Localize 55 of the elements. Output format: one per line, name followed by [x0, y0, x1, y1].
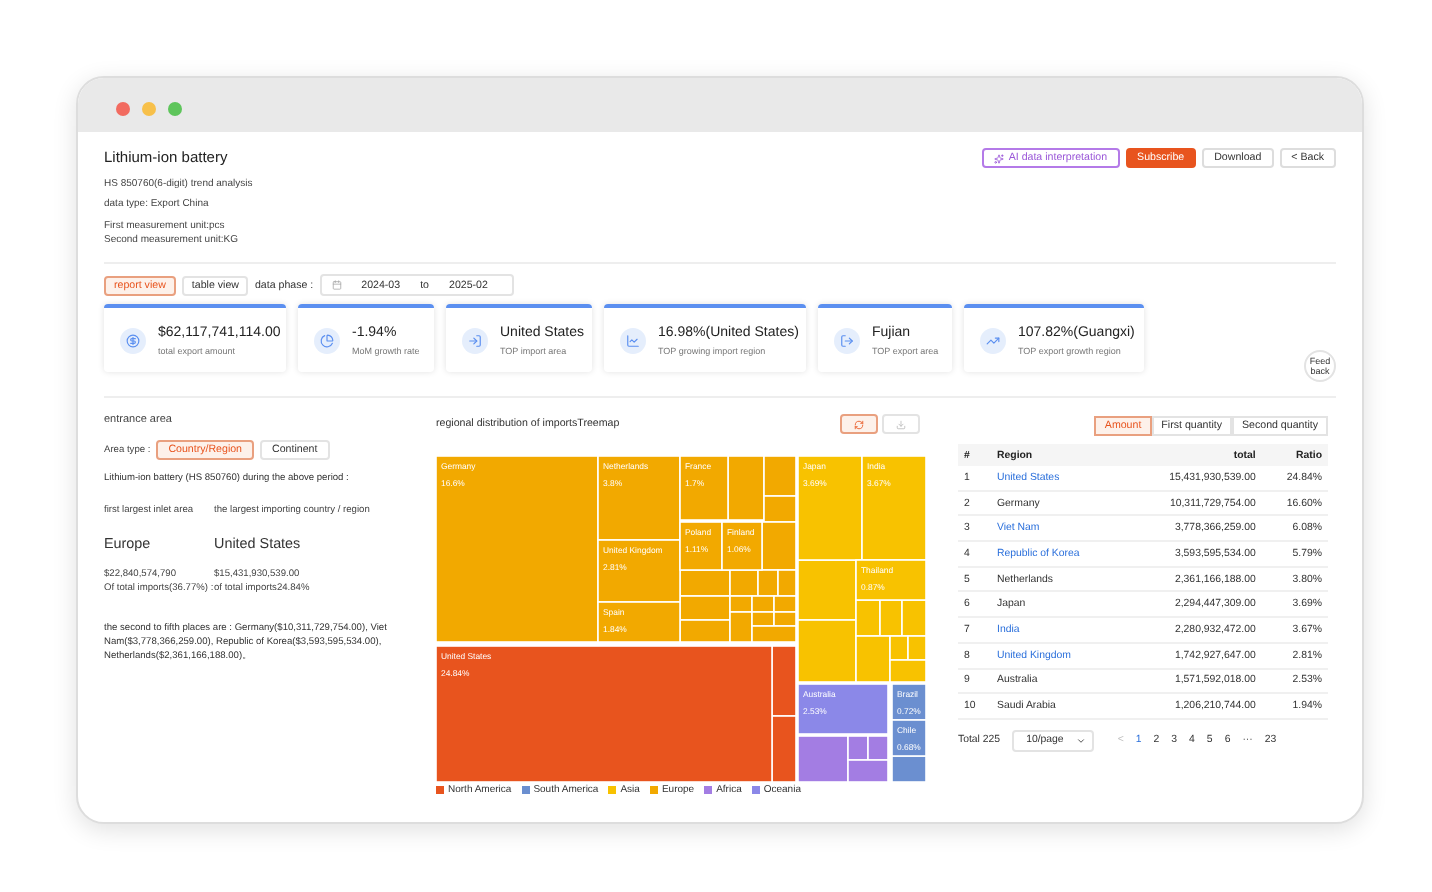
treemap-tile[interactable]	[751, 625, 797, 643]
treemap-tile[interactable]	[855, 599, 881, 637]
refresh-button[interactable]	[840, 414, 878, 434]
treemap-tile[interactable]	[679, 595, 731, 621]
calendar-icon	[331, 280, 342, 290]
kpi-icon	[314, 327, 340, 353]
treemap-tile[interactable]	[855, 635, 891, 683]
download-icon	[896, 419, 906, 429]
sparkle-icon	[994, 153, 1005, 163]
treemap-tile[interactable]	[773, 611, 797, 627]
treemap-tile[interactable]	[761, 521, 797, 571]
treemap-tile[interactable]	[751, 595, 775, 613]
kpi-icon	[980, 327, 1006, 353]
treemap-tile[interactable]	[771, 645, 797, 717]
kpi-icon	[620, 327, 646, 353]
kpi-icon	[120, 327, 146, 353]
treemap-tile[interactable]	[679, 619, 731, 643]
treemap-tile[interactable]	[797, 559, 857, 621]
treemap-tile[interactable]	[867, 735, 889, 761]
treemap-tile[interactable]	[777, 569, 797, 597]
treemap-tile[interactable]	[597, 539, 681, 603]
treemap-tile[interactable]	[729, 611, 753, 643]
close-dot-icon[interactable]	[116, 102, 130, 116]
treemap-tile[interactable]	[763, 495, 797, 523]
minimize-dot-icon[interactable]	[142, 102, 156, 116]
treemap-tile[interactable]	[797, 735, 849, 782]
download-button[interactable]	[882, 414, 920, 434]
treemap-tile[interactable]	[721, 521, 763, 571]
treemap-tile[interactable]	[757, 569, 779, 597]
treemap-tile[interactable]	[797, 456, 863, 561]
treemap-tile[interactable]	[773, 595, 797, 613]
treemap-tile[interactable]	[847, 735, 869, 761]
treemap-tile[interactable]	[729, 595, 753, 613]
treemap-tile[interactable]	[901, 599, 926, 637]
treemap-tile[interactable]	[751, 611, 775, 627]
treemap-tile[interactable]	[727, 456, 765, 521]
kpi-icon	[834, 327, 860, 353]
treemap-tile[interactable]	[879, 599, 903, 637]
treemap-tile[interactable]	[436, 645, 773, 782]
treemap-tile[interactable]	[847, 759, 889, 782]
chevron-down-icon	[1075, 735, 1086, 746]
treemap-tile[interactable]	[597, 601, 681, 643]
treemap-tile[interactable]	[797, 683, 889, 735]
treemap-tile[interactable]	[889, 635, 909, 661]
treemap-tile[interactable]	[679, 569, 731, 597]
treemap-tile[interactable]	[729, 569, 759, 597]
treemap-tile[interactable]	[679, 521, 723, 571]
treemap-tile[interactable]	[889, 659, 926, 683]
kpi-icon	[462, 327, 488, 353]
treemap-tile[interactable]	[891, 719, 926, 757]
treemap-tile[interactable]	[891, 755, 926, 782]
maximize-dot-icon[interactable]	[168, 102, 182, 116]
treemap-tile[interactable]	[907, 635, 926, 661]
refresh-icon	[854, 419, 864, 429]
treemap-tile[interactable]	[797, 619, 857, 683]
